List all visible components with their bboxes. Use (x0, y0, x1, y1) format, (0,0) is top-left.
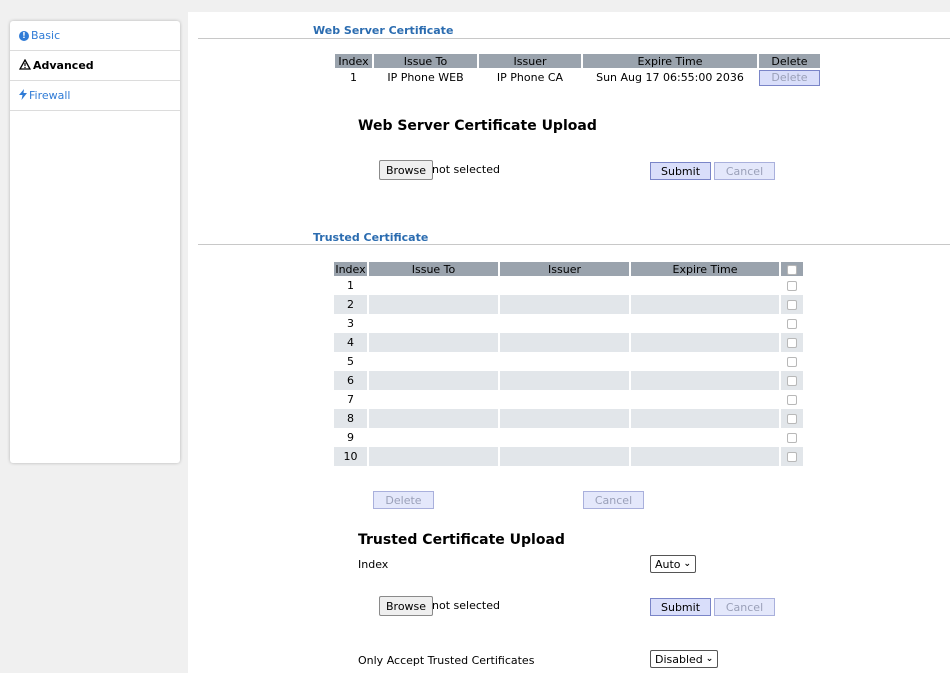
cell-delete: Delete (759, 68, 820, 87)
cell-issuer: IP Phone CA (496, 71, 564, 84)
table-row: 5 (334, 352, 803, 371)
index-select[interactable]: Auto ⌄ (650, 555, 697, 573)
cell-index: 8 (334, 409, 367, 428)
column-header-delete: Delete (759, 54, 820, 68)
file-status: not selected (432, 599, 500, 612)
column-header-issue-to: Issue To (369, 262, 498, 276)
lightning-icon (19, 88, 27, 103)
table-row: 10 (334, 447, 803, 466)
index-label: Index (358, 558, 389, 571)
cell-index: 7 (347, 393, 354, 406)
web-server-upload-heading: Web Server Certificate Upload (358, 118, 597, 134)
only-accept-trusted-label: Only Accept Trusted Certificates (358, 654, 535, 667)
index-select-value: Auto (655, 557, 681, 571)
cell-index: 6 (334, 371, 367, 390)
table-row: 9 (334, 428, 803, 447)
column-header-issuer: Issuer (479, 54, 581, 68)
table-row: 6 (334, 371, 803, 390)
cancel-trusted-button[interactable]: Cancel (583, 491, 644, 509)
column-header-issue-to: Issue To (374, 54, 477, 68)
chevron-down-icon: ⌄ (705, 654, 714, 664)
trusted-certificate-title: Trusted Certificate (313, 231, 429, 244)
row-checkbox[interactable] (787, 300, 797, 310)
column-header-index: Index (335, 54, 372, 68)
info-icon: ! (19, 30, 29, 41)
cell-index: 1 (347, 279, 354, 292)
column-header-index: Index (334, 262, 367, 276)
section-divider (198, 244, 950, 245)
cell-index: 4 (334, 333, 367, 352)
column-header-issuer: Issuer (500, 262, 629, 276)
delete-trusted-button[interactable]: Delete (373, 491, 434, 509)
cancel-button[interactable]: Cancel (714, 598, 775, 616)
table-row: 4 (334, 333, 803, 352)
table-header-row: Index Issue To Issuer Expire Time Delete (335, 54, 820, 68)
sidebar-item-firewall[interactable]: Firewall (10, 81, 180, 111)
table-row: 1 IP Phone WEB IP Phone CA Sun Aug 17 06… (335, 68, 820, 87)
table-header-row: Index Issue To Issuer Expire Time (334, 262, 803, 276)
sidebar-item-label: Firewall (29, 89, 71, 102)
column-header-expire-time: Expire Time (583, 54, 757, 68)
browse-button[interactable]: Browse (379, 596, 434, 616)
trusted-certificate-table: Index Issue To Issuer Expire Time 1 2 3 … (332, 262, 805, 466)
browse-button[interactable]: Browse (379, 160, 434, 180)
row-checkbox[interactable] (787, 376, 797, 386)
web-server-certificate-table: Index Issue To Issuer Expire Time Delete… (333, 54, 822, 87)
file-status: not selected (432, 163, 500, 176)
cell-expire-time: Sun Aug 17 06:55:00 2036 (596, 71, 744, 84)
web-server-certificate-title: Web Server Certificate (313, 24, 454, 37)
row-checkbox[interactable] (787, 433, 797, 443)
sidebar-item-basic[interactable]: ! Basic (10, 21, 180, 51)
cell-issue-to: IP Phone WEB (387, 71, 464, 84)
submit-button[interactable]: Submit (650, 598, 711, 616)
cell-index: 1 (350, 71, 357, 84)
table-row: 8 (334, 409, 803, 428)
select-all-checkbox[interactable] (787, 264, 797, 275)
column-header-expire-time: Expire Time (631, 262, 779, 276)
delete-certificate-button[interactable]: Delete (759, 69, 820, 86)
row-checkbox[interactable] (787, 357, 797, 367)
submit-button[interactable]: Submit (650, 162, 711, 180)
only-accept-trusted-select[interactable]: Disabled ⌄ (650, 650, 719, 668)
cell-index: 5 (347, 355, 354, 368)
row-checkbox[interactable] (787, 281, 797, 291)
table-row: 3 (334, 314, 803, 333)
row-checkbox[interactable] (787, 414, 797, 424)
row-checkbox[interactable] (787, 395, 797, 405)
trusted-upload-heading: Trusted Certificate Upload (358, 532, 565, 548)
row-checkbox[interactable] (787, 452, 797, 462)
sidebar-item-label: Advanced (33, 59, 94, 72)
chevron-down-icon: ⌄ (683, 559, 692, 569)
warning-icon (18, 58, 32, 73)
cell-index: 2 (334, 295, 367, 314)
sidebar-item-advanced[interactable]: Advanced (10, 51, 180, 81)
row-checkbox[interactable] (787, 338, 797, 348)
cell-index: 9 (347, 431, 354, 444)
main-panel: Web Server Certificate Index Issue To Is… (188, 12, 950, 673)
cancel-button[interactable]: Cancel (714, 162, 775, 180)
table-row: 2 (334, 295, 803, 314)
only-accept-select-value: Disabled (655, 652, 703, 666)
table-row: 1 (334, 276, 803, 295)
section-divider (198, 38, 950, 39)
sidebar: ! Basic Advanced Firewall (10, 21, 180, 463)
row-checkbox[interactable] (787, 319, 797, 329)
cell-index: 10 (334, 447, 367, 466)
table-row: 7 (334, 390, 803, 409)
column-header-select-all (781, 262, 803, 276)
sidebar-item-label: Basic (31, 29, 61, 42)
cell-index: 3 (347, 317, 354, 330)
